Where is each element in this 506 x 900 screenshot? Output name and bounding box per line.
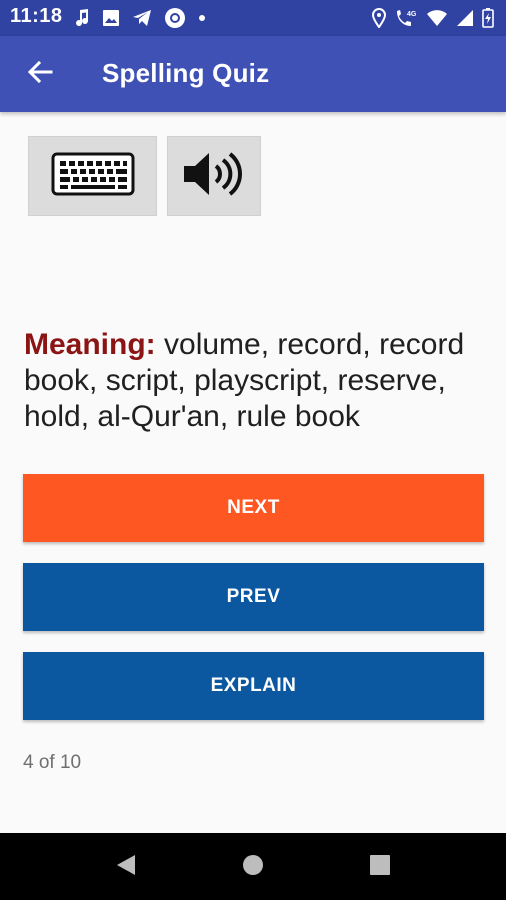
page-title: Spelling Quiz bbox=[102, 58, 270, 88]
location-icon bbox=[372, 8, 386, 28]
battery-icon bbox=[482, 8, 494, 28]
app-bar: Spelling Quiz bbox=[0, 36, 506, 112]
image-icon bbox=[102, 9, 120, 27]
music-note-icon bbox=[74, 8, 90, 28]
nav-home-button[interactable] bbox=[240, 854, 266, 880]
triangle-back-icon bbox=[115, 853, 137, 882]
network-label: 4G bbox=[407, 11, 417, 18]
keyboard-button[interactable] bbox=[28, 136, 157, 216]
meaning-label: Meaning: bbox=[24, 328, 156, 361]
meaning-text: Meaning: volume, record, record book, sc… bbox=[24, 327, 484, 435]
dot-icon bbox=[198, 14, 206, 22]
prev-button[interactable]: PREV bbox=[23, 563, 484, 631]
speaker-button[interactable] bbox=[167, 136, 261, 216]
next-button[interactable]: NEXT bbox=[23, 474, 484, 542]
wifi-icon bbox=[426, 9, 448, 27]
nav-back-button[interactable] bbox=[113, 854, 139, 880]
telegram-icon bbox=[132, 9, 152, 27]
progress-text: 4 of 10 bbox=[23, 752, 82, 773]
wifi-calling-icon: 4G bbox=[394, 8, 418, 28]
arrow-back-icon bbox=[27, 59, 53, 90]
back-button[interactable] bbox=[20, 54, 60, 94]
speaker-icon bbox=[181, 149, 247, 204]
system-icons: 4G bbox=[372, 7, 494, 29]
signal-icon bbox=[456, 9, 474, 27]
square-recents-icon bbox=[369, 854, 391, 881]
notification-icons bbox=[74, 7, 206, 29]
status-time: 11:18 bbox=[10, 5, 63, 27]
navigation-bar bbox=[0, 833, 506, 900]
nav-recents-button[interactable] bbox=[367, 854, 393, 880]
circle-record-icon bbox=[164, 7, 186, 29]
keyboard-icon bbox=[51, 152, 135, 201]
explain-button[interactable]: EXPLAIN bbox=[23, 652, 484, 720]
circle-home-icon bbox=[241, 853, 265, 882]
status-bar: 11:18 4G bbox=[0, 0, 506, 36]
